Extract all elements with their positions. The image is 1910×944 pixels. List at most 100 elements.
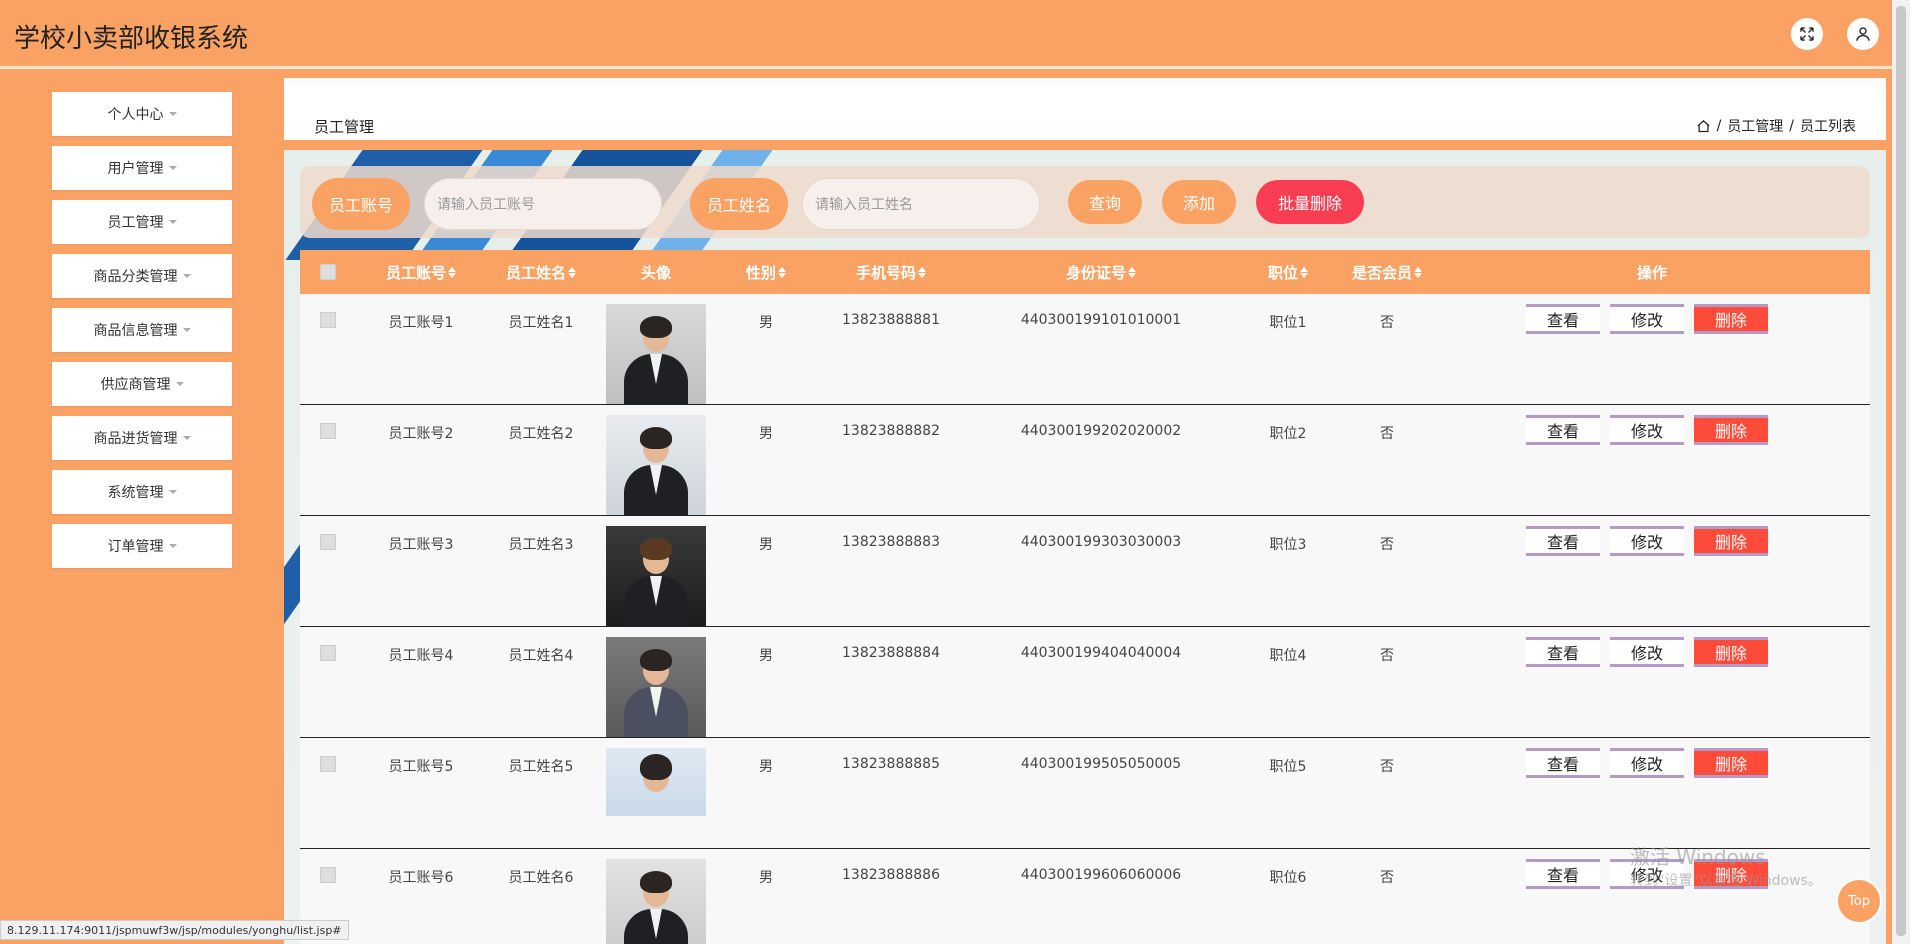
add-button[interactable]: 添加 [1162, 180, 1236, 224]
cell-member: 否 [1380, 870, 1394, 886]
table-row: 员工账号3 员工姓名3 男 13823888883 44030019930303… [300, 516, 1870, 627]
view-button[interactable]: 查看 [1526, 415, 1600, 445]
caret-down-icon [168, 490, 177, 494]
account-label: 员工账号 [312, 178, 410, 230]
delete-button[interactable]: 删除 [1694, 526, 1768, 556]
column-header-id-card[interactable]: 身份证号 [966, 250, 1236, 294]
sidebar-item-product-management[interactable]: 商品信息管理 [52, 308, 232, 352]
breadcrumb-item: 员工列表 [1800, 119, 1856, 135]
sidebar-item-order-management[interactable]: 订单管理 [52, 524, 232, 568]
sidebar-item-label: 订单管理 [107, 539, 164, 555]
sidebar-item-employee-management[interactable]: 员工管理 [52, 200, 232, 244]
row-checkbox[interactable] [320, 423, 336, 439]
cell-name: 员工姓名1 [508, 315, 574, 331]
view-button[interactable]: 查看 [1526, 859, 1600, 889]
batch-delete-button[interactable]: 批量删除 [1256, 180, 1364, 224]
cell-id-card: 440300199404040004 [1020, 645, 1182, 661]
breadcrumb-item[interactable]: 员工管理 [1727, 116, 1783, 136]
edit-button[interactable]: 修改 [1610, 415, 1684, 445]
edit-button[interactable]: 修改 [1610, 304, 1684, 334]
column-header-member[interactable]: 是否会员 [1340, 250, 1434, 294]
sidebar-item-purchase-management[interactable]: 商品进货管理 [52, 416, 232, 460]
cell-phone: 13823888884 [842, 645, 940, 661]
cell-id-card: 440300199202020002 [1020, 423, 1182, 439]
sort-icon [448, 266, 456, 278]
edit-button[interactable]: 修改 [1610, 748, 1684, 778]
cell-phone: 13823888882 [842, 423, 940, 439]
sidebar: 个人中心 用户管理 员工管理 商品分类管理 商品信息管理 供应商管理 商品进货管… [52, 92, 232, 578]
cell-member: 否 [1380, 648, 1394, 664]
column-header-account[interactable]: 员工账号 [356, 250, 486, 294]
cell-name: 员工姓名2 [508, 426, 574, 442]
delete-button[interactable]: 删除 [1694, 304, 1768, 334]
page-header: 员工管理 / 员工管理 / 员工列表 [284, 86, 1886, 150]
cell-member: 否 [1380, 426, 1394, 442]
user-button[interactable] [1847, 18, 1879, 50]
cell-account: 员工账号2 [388, 426, 454, 442]
sidebar-item-system-management[interactable]: 系统管理 [52, 470, 232, 514]
select-all-checkbox[interactable] [320, 264, 336, 280]
back-to-top-button[interactable]: Top [1838, 880, 1880, 922]
cell-phone: 13823888881 [842, 312, 940, 328]
sidebar-item-label: 商品进货管理 [93, 431, 178, 447]
view-button[interactable]: 查看 [1526, 637, 1600, 667]
cell-gender: 男 [759, 648, 773, 664]
column-header-name[interactable]: 员工姓名 [486, 250, 596, 294]
windows-activation-watermark: 激活 Windows 转到"设置"以激活 Windows。 [1630, 845, 1822, 893]
query-button[interactable]: 查询 [1068, 180, 1142, 224]
vertical-scrollbar[interactable] [1892, 0, 1910, 944]
breadcrumb-separator: / [1716, 118, 1722, 134]
scrollbar-thumb[interactable] [1896, 6, 1906, 936]
fullscreen-icon [1800, 27, 1814, 41]
caret-down-icon [182, 328, 191, 332]
sidebar-item-category-management[interactable]: 商品分类管理 [52, 254, 232, 298]
watermark-line: 激活 Windows [1630, 845, 1766, 869]
cell-name: 员工姓名6 [508, 870, 574, 886]
delete-button[interactable]: 删除 [1694, 637, 1768, 667]
delete-button[interactable]: 删除 [1694, 415, 1768, 445]
name-label: 员工姓名 [690, 178, 788, 230]
view-button[interactable]: 查看 [1526, 748, 1600, 778]
cell-position: 职位4 [1269, 648, 1307, 664]
cell-position: 职位1 [1269, 315, 1307, 331]
sidebar-item-personal-center[interactable]: 个人中心 [52, 92, 232, 136]
employee-table: 员工账号 员工姓名 头像 性别 手机号码 身份证号 职位 是否会员 操作 员工账… [300, 250, 1870, 944]
cell-phone: 13823888886 [842, 867, 940, 883]
cell-gender: 男 [759, 426, 773, 442]
column-label: 职位 [1267, 263, 1298, 282]
edit-button[interactable]: 修改 [1610, 526, 1684, 556]
table-row: 员工账号2 员工姓名2 男 13823888882 44030019920202… [300, 405, 1870, 516]
sidebar-item-user-management[interactable]: 用户管理 [52, 146, 232, 190]
row-checkbox[interactable] [320, 534, 336, 550]
caret-down-icon [182, 436, 191, 440]
column-header-gender[interactable]: 性别 [716, 250, 816, 294]
edit-button[interactable]: 修改 [1610, 637, 1684, 667]
status-bar-url: 8.129.11.174:9011/jspmuwf3w/jsp/modules/… [0, 920, 349, 940]
view-button[interactable]: 查看 [1526, 526, 1600, 556]
home-icon[interactable] [1696, 119, 1711, 134]
caret-down-icon [168, 220, 177, 224]
row-checkbox[interactable] [320, 867, 336, 883]
sort-icon [1414, 266, 1422, 278]
column-header-position[interactable]: 职位 [1236, 250, 1340, 294]
cell-gender: 男 [759, 537, 773, 553]
name-search-input[interactable] [802, 178, 1040, 230]
cell-gender: 男 [759, 870, 773, 886]
account-search-input[interactable] [424, 178, 662, 230]
caret-down-icon [168, 166, 177, 170]
cell-id-card: 440300199303030003 [1020, 534, 1182, 550]
sidebar-item-label: 系统管理 [107, 485, 164, 501]
column-header-phone[interactable]: 手机号码 [816, 250, 966, 294]
row-checkbox[interactable] [320, 645, 336, 661]
delete-button[interactable]: 删除 [1694, 748, 1768, 778]
cell-phone: 13823888885 [842, 756, 940, 772]
avatar [606, 748, 706, 816]
content-banner: 员工账号 员工姓名 查询 添加 批量删除 员工账号 员工姓名 头像 性别 手机号… [284, 150, 1886, 944]
watermark-line: 转到"设置"以激活 Windows。 [1630, 873, 1822, 889]
cell-id-card: 440300199606060006 [1020, 867, 1182, 883]
view-button[interactable]: 查看 [1526, 304, 1600, 334]
row-checkbox[interactable] [320, 312, 336, 328]
sidebar-item-supplier-management[interactable]: 供应商管理 [52, 362, 232, 406]
fullscreen-button[interactable] [1791, 18, 1823, 50]
row-checkbox[interactable] [320, 756, 336, 772]
